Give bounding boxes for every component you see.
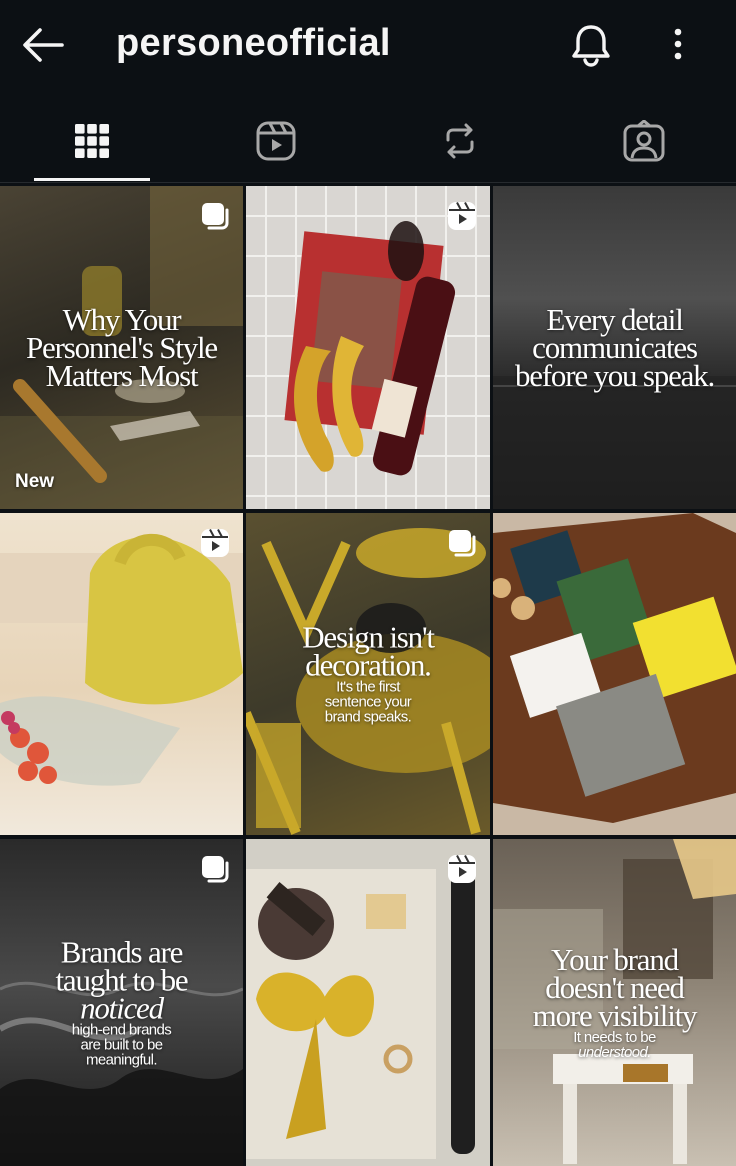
caption-subline: sentence your bbox=[324, 693, 412, 711]
reel-icon bbox=[448, 202, 476, 230]
reposts-icon bbox=[446, 123, 474, 159]
back-button[interactable] bbox=[18, 24, 68, 66]
caption-line: more visibility bbox=[532, 997, 698, 1033]
profile-username: personeofficial bbox=[116, 22, 391, 64]
notifications-button[interactable] bbox=[569, 22, 613, 68]
post-image-basket bbox=[246, 186, 490, 509]
caption-subline: understood. bbox=[578, 1043, 651, 1061]
caption-line: before you speak. bbox=[514, 357, 715, 393]
profile-header: personeofficial bbox=[0, 0, 736, 92]
new-post-label: New bbox=[15, 471, 55, 492]
post-tile[interactable] bbox=[493, 513, 736, 835]
post-tile[interactable]: Your brand doesn't need more visibility … bbox=[493, 839, 736, 1166]
post-caption: Every detail communicates before you spe… bbox=[493, 304, 736, 393]
grid-icon bbox=[75, 124, 109, 158]
arrow-left-icon bbox=[23, 28, 64, 62]
carousel-icon bbox=[449, 530, 476, 557]
post-tile[interactable]: Every detail communicates before you spe… bbox=[493, 186, 736, 509]
caption-subline: meaningful. bbox=[86, 1051, 158, 1068]
post-tile[interactable] bbox=[0, 513, 243, 835]
post-caption: Brands are taught to be noticed high-end… bbox=[0, 936, 243, 1068]
tagged-icon bbox=[623, 120, 665, 162]
more-vertical-icon bbox=[674, 28, 682, 60]
caption-line: Matters Most bbox=[45, 357, 199, 393]
tab-reposts[interactable] bbox=[368, 100, 552, 182]
caption-line: noticed bbox=[80, 990, 164, 1025]
carousel-icon bbox=[202, 203, 229, 230]
post-tile[interactable] bbox=[246, 186, 490, 509]
caption-subline: It needs to be bbox=[573, 1028, 656, 1046]
tab-tagged[interactable] bbox=[552, 100, 736, 182]
profile-tabs bbox=[0, 100, 736, 182]
post-image-bow bbox=[246, 859, 475, 1159]
tabs-divider bbox=[0, 182, 736, 183]
reels-icon bbox=[256, 121, 296, 161]
carousel-icon bbox=[202, 856, 229, 883]
caption-line: decoration. bbox=[305, 647, 432, 683]
caption-subline: brand speaks. bbox=[324, 708, 412, 726]
reel-icon bbox=[448, 855, 476, 883]
post-tile[interactable]: Why Your Personnel's Style Matters Most … bbox=[0, 186, 243, 509]
bell-icon bbox=[572, 25, 610, 67]
tab-reels[interactable] bbox=[184, 100, 368, 182]
post-image-magazines bbox=[493, 513, 736, 823]
post-tile[interactable]: Design isn't decoration. It's the first … bbox=[246, 513, 490, 835]
more-options-button[interactable] bbox=[662, 24, 694, 66]
caption-subline: It's the first bbox=[336, 678, 400, 696]
post-caption: Why Your Personnel's Style Matters Most bbox=[0, 304, 243, 393]
post-tile[interactable]: Brands are taught to be noticed high-end… bbox=[0, 839, 243, 1166]
post-tile[interactable] bbox=[246, 839, 490, 1166]
reel-icon bbox=[201, 529, 229, 557]
post-caption: Design isn't decoration. It's the first … bbox=[246, 622, 490, 726]
caption-subline: are built to be bbox=[80, 1036, 164, 1053]
selected-tab-indicator bbox=[34, 178, 150, 181]
post-image-bag bbox=[0, 533, 243, 786]
post-caption: Your brand doesn't need more visibility … bbox=[493, 944, 736, 1061]
tab-posts-grid[interactable] bbox=[0, 100, 184, 182]
caption-subline: high-end brands bbox=[71, 1021, 172, 1038]
